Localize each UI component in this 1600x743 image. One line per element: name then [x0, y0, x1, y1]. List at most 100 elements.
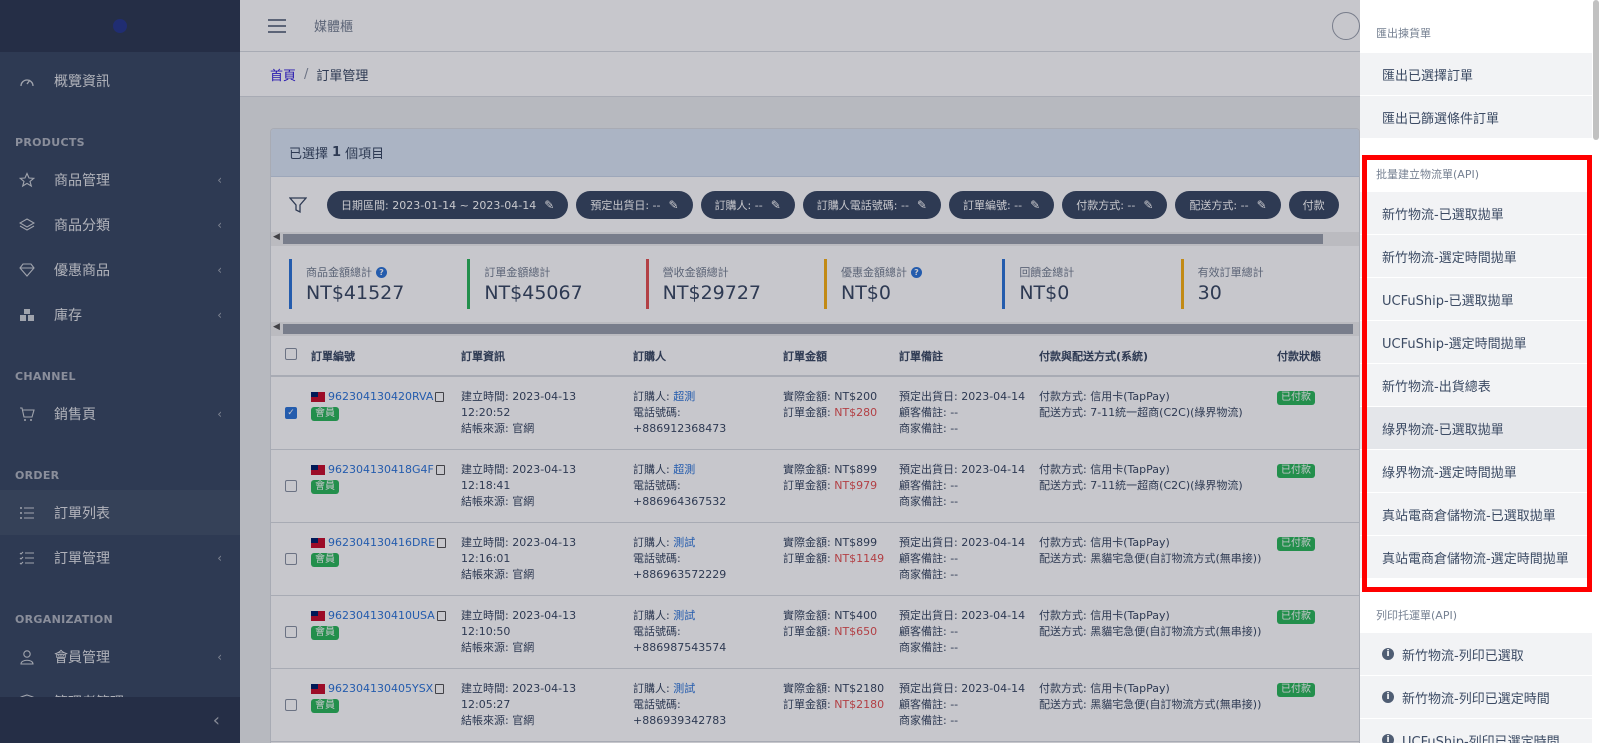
row-checkbox[interactable]: [285, 479, 297, 492]
payment-delivery-cell: 付款方式: 信用卡(TapPay) 配送方式: 7-11統一超商(C2C)(綠界物…: [1035, 449, 1273, 523]
buyer-link[interactable]: 超測: [673, 463, 695, 476]
sidebar-item-product-mgmt[interactable]: 商品管理 ‹: [0, 157, 240, 202]
total-label: 訂單金額:: [783, 624, 831, 638]
row-select-cell: ✓: [271, 376, 307, 450]
taiwan-flag-icon: [311, 392, 325, 402]
scroll-left-arrow-icon[interactable]: ◀: [273, 232, 280, 242]
filter-chip[interactable]: 訂購人電話號碼: -- ✎: [802, 190, 941, 219]
merchant-note: 商家備註: --: [899, 713, 959, 727]
buyer-cell: 訂購人: 測試 電話號碼: +886987543574: [629, 595, 779, 669]
filter-chip[interactable]: 配送方式: -- ✎: [1175, 190, 1281, 219]
filter-chip[interactable]: 預定出貨日: -- ✎: [576, 190, 693, 219]
help-icon[interactable]: ?: [910, 266, 922, 278]
copy-icon[interactable]: [435, 683, 445, 694]
amount-cell: 實際金額: NT$2180 訂單金額: NT$2180: [779, 668, 895, 742]
created-time: 建立時間: 2023-04-13 12:18:41: [461, 462, 577, 492]
menu-item-batch[interactable]: 新竹物流-已選取拋單: [1360, 192, 1592, 235]
notes-cell: 預定出貨日: 2023-04-14 顧客備註: -- 商家備註: --: [895, 449, 1035, 523]
filter-chip[interactable]: 日期區間: 2023-01-14 ~ 2023-04-14 ✎: [327, 190, 569, 219]
customer-note: 顧客備註: --: [899, 551, 959, 565]
header-nav-media[interactable]: 媒體櫃: [314, 16, 353, 35]
filter-chip[interactable]: 訂購人: -- ✎: [700, 190, 795, 219]
member-badge: 會員: [311, 407, 339, 421]
help-icon[interactable]: ?: [376, 266, 387, 278]
sidebar-item-sales-page[interactable]: 銷售頁 ‹: [0, 391, 240, 436]
status-badge: 已付款: [1277, 609, 1315, 624]
buyer-phone: 電話號碼: +886987543574: [633, 624, 727, 654]
actual-amount: NT$400: [834, 608, 878, 622]
sidebar-item-label: 銷售頁: [54, 406, 96, 423]
info-icon: i: [1382, 691, 1394, 703]
sidebar-brand[interactable]: [0, 0, 240, 52]
order-no-link[interactable]: 962304130420RVA: [328, 390, 433, 403]
order-no-link[interactable]: 962304130416DRE: [328, 536, 435, 549]
merchant-note: 商家備註: --: [899, 640, 959, 654]
sidebar-item-order-mgmt[interactable]: 訂單管理 ‹: [0, 535, 240, 580]
menu-item-print[interactable]: i 新竹物流-列印已選取: [1360, 633, 1592, 676]
stats-scrollbar[interactable]: ◀: [271, 322, 1359, 336]
row-checkbox[interactable]: ✓: [285, 407, 297, 419]
filter-icon[interactable]: [288, 196, 308, 214]
table-row: 962304130418G4F 會員 建立時間: 2023-04-13 12:18:…: [271, 449, 1359, 523]
menu-item-batch[interactable]: 真站電商倉儲物流-選定時間拋單: [1360, 536, 1592, 579]
filter-chip[interactable]: 付款: [1288, 190, 1339, 219]
menu-item-batch[interactable]: 綠界物流-選定時間拋單: [1360, 450, 1592, 493]
taiwan-flag-icon: [311, 537, 325, 548]
buyer-link[interactable]: 測試: [673, 609, 695, 622]
copy-icon[interactable]: [436, 610, 446, 621]
menu-item-batch[interactable]: 綠界物流-已選取拋單: [1360, 407, 1592, 450]
menu-scrollbar[interactable]: [1593, 0, 1599, 140]
sidebar-item-product-category[interactable]: 商品分類 ‹: [0, 202, 240, 247]
order-no-link[interactable]: 962304130418G4F: [328, 463, 434, 476]
select-all-cell: [271, 336, 307, 377]
menu-item-print[interactable]: i UCFuShip-列印已選定時間: [1360, 719, 1592, 743]
menu-item-print[interactable]: i 新竹物流-列印已選定時間: [1360, 676, 1592, 719]
sidebar-item-label: 庫存: [54, 307, 82, 324]
filter-scrollbar[interactable]: ◀: [271, 232, 1359, 246]
buyer-link[interactable]: 測試: [673, 682, 695, 695]
menu-item-batch[interactable]: 真站電商倉儲物流-已選取拋單: [1360, 493, 1592, 536]
sidebar-item-inventory[interactable]: 庫存 ‹: [0, 292, 240, 337]
user-icon: [18, 648, 36, 666]
copy-icon[interactable]: [435, 464, 445, 475]
menu-item-batch[interactable]: 新竹物流-出貨總表: [1360, 364, 1592, 407]
filter-chip[interactable]: 付款方式: -- ✎: [1062, 190, 1168, 219]
menu-item-export-filtered[interactable]: 匯出已篩選條件訂單: [1360, 96, 1592, 139]
buyer-link[interactable]: 超測: [673, 390, 695, 403]
status-badge: 已付款: [1277, 391, 1315, 405]
row-checkbox[interactable]: [285, 552, 297, 565]
order-no-link[interactable]: 962304130405YSX: [328, 682, 433, 695]
select-all-checkbox[interactable]: [285, 348, 297, 360]
sidebar-minimizer[interactable]: ‹: [0, 697, 240, 743]
sidebar-item-member-mgmt[interactable]: 會員管理 ‹: [0, 634, 240, 679]
col-order-no[interactable]: 訂單編號: [307, 336, 457, 377]
copy-icon[interactable]: [437, 537, 447, 548]
scrollbar-thumb[interactable]: [283, 234, 1323, 244]
pencil-icon: ✎: [544, 197, 555, 212]
sidebar-item-label: 商品分類: [54, 217, 110, 234]
hamburger-menu-icon[interactable]: [268, 18, 286, 33]
breadcrumb-home[interactable]: 首頁: [270, 65, 296, 84]
notes-cell: 預定出貨日: 2023-04-14 顧客備註: -- 商家備註: --: [895, 668, 1035, 742]
customer-note: 顧客備註: --: [899, 624, 959, 638]
menu-item-batch[interactable]: UCFuShip-已選取拋單: [1360, 278, 1592, 321]
top-header: 媒體櫃: [240, 0, 1360, 52]
menu-item-batch[interactable]: 新竹物流-選定時間拋單: [1360, 235, 1592, 278]
speedometer-icon: [18, 72, 36, 90]
buyer-link[interactable]: 測試: [673, 536, 695, 549]
sidebar-item-order-list[interactable]: 訂單列表: [0, 490, 240, 535]
menu-item-batch[interactable]: UCFuShip-選定時間拋單: [1360, 321, 1592, 364]
sidebar-item-discount-products[interactable]: 優惠商品 ‹: [0, 247, 240, 292]
menu-item-export-selected[interactable]: 匯出已選擇訂單: [1360, 53, 1592, 96]
scroll-left-arrow-icon[interactable]: ◀: [273, 322, 280, 332]
copy-icon[interactable]: [435, 392, 445, 402]
scrollbar-thumb[interactable]: [283, 324, 1353, 334]
order-no-link[interactable]: 962304130410USA: [328, 609, 435, 622]
row-checkbox[interactable]: [285, 698, 297, 711]
row-checkbox[interactable]: [285, 625, 297, 638]
header-avatar[interactable]: [1332, 12, 1360, 40]
sidebar-item-dashboard[interactable]: 概覽資訊: [0, 58, 240, 103]
stat-value: NT$0: [840, 282, 891, 304]
filter-chip[interactable]: 訂單編號: -- ✎: [948, 190, 1055, 219]
delivery-method: 配送方式: 7-11統一超商(C2C)(綠界物流): [1039, 478, 1243, 492]
